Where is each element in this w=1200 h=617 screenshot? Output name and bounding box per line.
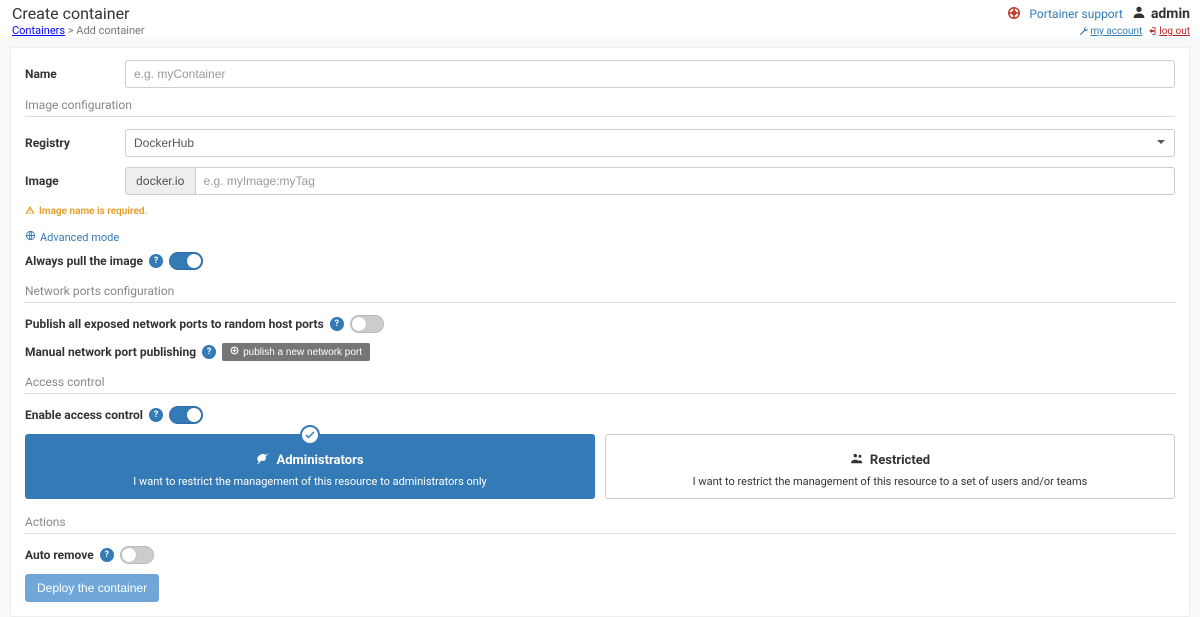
users-icon <box>850 451 864 469</box>
user-icon <box>1131 4 1147 24</box>
eye-off-icon <box>256 451 270 469</box>
auto-remove-toggle[interactable] <box>120 546 154 564</box>
image-label: Image <box>25 174 125 188</box>
section-access-control: Access control <box>25 375 1175 394</box>
enable-access-toggle[interactable] <box>169 406 203 424</box>
publish-all-label: Publish all exposed network ports to ran… <box>25 317 324 331</box>
access-card-admin-desc: I want to restrict the management of thi… <box>36 475 584 488</box>
access-card-restricted-desc: I want to restrict the management of thi… <box>616 475 1164 488</box>
help-icon[interactable]: ? <box>149 254 163 268</box>
enable-access-label: Enable access control <box>25 408 143 422</box>
section-actions: Actions <box>25 515 1175 534</box>
name-label: Name <box>25 67 125 81</box>
image-name-input[interactable] <box>195 167 1176 195</box>
plus-icon <box>230 346 239 358</box>
logout-icon <box>1148 26 1158 36</box>
help-icon[interactable]: ? <box>202 345 216 359</box>
check-icon <box>300 425 320 445</box>
image-required-warning: Image name is required. <box>25 205 1175 218</box>
breadcrumb-containers-link[interactable]: Containers <box>12 24 65 37</box>
logout-link[interactable]: log out <box>1148 26 1190 37</box>
wrench-icon <box>1079 26 1089 36</box>
access-card-administrators[interactable]: Administrators I want to restrict the ma… <box>25 434 595 499</box>
registry-select[interactable]: DockerHub <box>125 129 1175 157</box>
breadcrumb-current: Add container <box>76 24 144 37</box>
my-account-link[interactable]: my account <box>1079 26 1142 37</box>
user-name: admin <box>1151 6 1190 22</box>
support-icon <box>1007 6 1021 23</box>
always-pull-label: Always pull the image <box>25 254 143 268</box>
portainer-support-link[interactable]: Portainer support <box>1029 7 1123 21</box>
globe-icon <box>25 230 36 244</box>
help-icon[interactable]: ? <box>100 548 114 562</box>
help-icon[interactable]: ? <box>330 317 344 331</box>
manual-ports-label: Manual network port publishing <box>25 345 196 359</box>
container-name-input[interactable] <box>125 60 1175 88</box>
section-image-config: Image configuration <box>25 98 1175 117</box>
registry-label: Registry <box>25 136 125 150</box>
deploy-container-button[interactable]: Deploy the container <box>25 574 159 602</box>
warning-icon <box>25 205 35 218</box>
always-pull-toggle[interactable] <box>169 252 203 270</box>
section-network-ports: Network ports configuration <box>25 284 1175 303</box>
publish-port-button[interactable]: publish a new network port <box>222 343 370 361</box>
image-prefix: docker.io <box>125 167 195 195</box>
access-card-restricted[interactable]: Restricted I want to restrict the manage… <box>605 434 1175 499</box>
help-icon[interactable]: ? <box>149 408 163 422</box>
publish-all-toggle[interactable] <box>350 315 384 333</box>
auto-remove-label: Auto remove <box>25 548 94 562</box>
advanced-mode-link[interactable]: Advanced mode <box>25 230 1175 244</box>
breadcrumb: Containers > Add container <box>12 24 1007 37</box>
page-title: Create container <box>12 4 1007 23</box>
